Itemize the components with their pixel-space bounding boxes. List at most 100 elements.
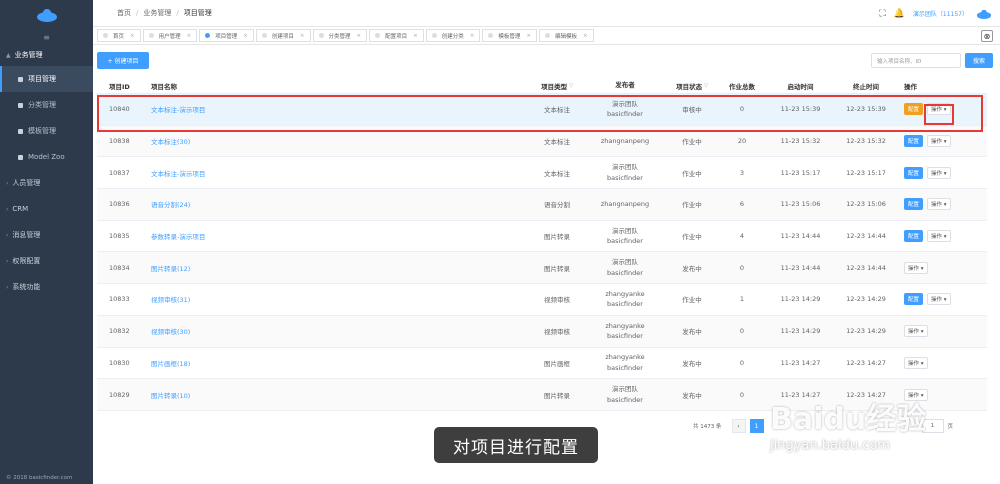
cell-operations: 配置 操作 ▾ [899, 293, 987, 306]
operation-dropdown[interactable]: 操作 ▾ [904, 261, 928, 274]
sidebar-menu-4[interactable]: › 系统功能 [0, 274, 93, 300]
sidebar-item-1[interactable]: 分类管理 [0, 92, 93, 118]
tab-0[interactable]: 首页 × [97, 29, 141, 42]
user-menu[interactable]: 演示团队（11157） [913, 9, 968, 18]
project-name-link[interactable]: 文本标注-演示项目 [150, 168, 532, 178]
cell-start: 11-23 15:39 [780, 105, 821, 114]
config-button[interactable]: 配置 [904, 135, 924, 148]
config-button[interactable]: 配置 [904, 293, 924, 306]
operation-dropdown[interactable]: 操作 ▾ [927, 198, 951, 211]
tab-6[interactable]: 创建分类 × [425, 29, 481, 42]
cell-publisher: zhangyanke basicfinder [605, 321, 645, 341]
close-icon[interactable]: × [243, 33, 248, 39]
tab-dot-icon [545, 33, 550, 38]
project-name-link[interactable]: 视频审核(31) [150, 294, 532, 304]
fullscreen-icon[interactable]: ⛶ [879, 9, 885, 19]
project-name-link[interactable]: 参数转录-演示项目 [150, 231, 532, 241]
cell-operations: 配置 操作 ▾ [899, 135, 987, 148]
sidebar-menu-2[interactable]: › 消息管理 [0, 222, 93, 248]
tab-2[interactable]: 项目管理 × [199, 29, 254, 42]
baidu-watermark-url: jingyan.baidu.com [770, 438, 890, 453]
cell-id: 10837 [109, 168, 130, 177]
create-project-button[interactable]: + 创建项目 [97, 52, 149, 69]
filter-icon[interactable]: ▽ [569, 83, 573, 89]
project-name-link[interactable]: 文本标注-演示项目 [150, 104, 532, 114]
cell-operations: 配置 操作 ▾ [899, 103, 987, 116]
close-icon[interactable]: × [413, 33, 418, 39]
cell-id: 10829 [109, 390, 130, 399]
page-1-button[interactable]: 1 [749, 419, 764, 433]
close-icon[interactable]: × [130, 33, 135, 39]
cell-status: 作业中 [682, 201, 702, 210]
sidebar-item-2[interactable]: 模板管理 [0, 118, 93, 144]
close-icon[interactable]: × [357, 33, 362, 39]
cell-end: 12-23 14:44 [846, 232, 886, 241]
breadcrumb-business[interactable]: 业务管理 [143, 8, 171, 18]
tab-5[interactable]: 配置项目 × [369, 29, 424, 42]
config-button[interactable]: 配置 [904, 166, 924, 179]
close-icon[interactable]: × [187, 33, 192, 39]
col-header-type[interactable]: 项目类型 ▽ [532, 81, 582, 91]
tab-dot-icon [148, 33, 154, 38]
sidebar-menu-0[interactable]: › 人员管理 [0, 170, 93, 196]
baidu-watermark-logo: Baidu经验 [770, 402, 927, 437]
close-all-tabs-icon[interactable]: ⊗ [981, 30, 993, 42]
table-row: 10832 视频审核(30) 视频审核 zhangyanke basicfinder 发布… [97, 315, 987, 348]
cell-status: 发布中 [682, 359, 702, 368]
menu-item-icon [18, 154, 23, 160]
tab-dot-icon [261, 33, 267, 38]
project-name-link[interactable]: 文本标注(30) [150, 136, 532, 146]
chevron-down-icon: ▲ [6, 51, 11, 59]
sidebar-section-business[interactable]: ▲ 业务管理 [0, 44, 93, 66]
search-input[interactable]: 输入项目名称、ID [871, 53, 961, 68]
operation-dropdown[interactable]: 操作 ▾ [927, 230, 951, 243]
cell-id: 10838 [109, 137, 130, 146]
tab-7[interactable]: 模板管理 × [482, 29, 537, 42]
config-button[interactable]: 配置 [904, 230, 924, 243]
sidebar-menu-1[interactable]: › CRM [0, 196, 93, 222]
search-button[interactable]: 搜索 [965, 53, 993, 68]
sidebar-menu-3[interactable]: › 权限配置 [0, 248, 93, 274]
cloud-logo-icon [36, 9, 57, 22]
tab-3[interactable]: 创建项目 × [255, 29, 311, 42]
top-bar: 首页 / 业务管理 / 项目管理 ⛶ 🔔 演示团队（11157） [93, 0, 1000, 27]
sidebar-item-3[interactable]: Model Zoo [0, 144, 93, 170]
cell-start: 11-23 15:17 [780, 168, 821, 177]
operation-dropdown[interactable]: 操作 ▾ [927, 293, 951, 306]
filter-icon[interactable]: ▽ [704, 83, 708, 89]
project-name-link[interactable]: 图片转录(10) [150, 390, 532, 400]
project-name-link[interactable]: 图片转录(12) [150, 263, 532, 273]
operation-dropdown[interactable]: 操作 ▾ [904, 356, 928, 369]
operation-dropdown[interactable]: 操作 ▾ [904, 325, 928, 338]
operation-dropdown[interactable]: 操作 ▾ [927, 135, 951, 148]
tab-8[interactable]: 编辑模板 × [539, 29, 594, 42]
tab-4[interactable]: 分类管理 × [312, 29, 368, 42]
cell-status: 作业中 [682, 169, 702, 178]
close-icon[interactable]: × [300, 33, 305, 39]
avatar-cloud-icon[interactable] [976, 9, 992, 19]
tab-1[interactable]: 用户管理 × [142, 29, 198, 42]
sidebar-item-0[interactable]: 项目管理 [0, 66, 93, 92]
project-name-link[interactable]: 图片画框(18) [150, 358, 532, 368]
close-icon[interactable]: × [583, 33, 588, 39]
operation-dropdown[interactable]: 操作 ▾ [927, 166, 951, 179]
close-icon[interactable]: × [526, 33, 531, 39]
close-icon[interactable]: × [470, 33, 475, 39]
menu-toggle-icon[interactable]: ≡ [0, 30, 93, 44]
col-header-publisher: 发布者 [615, 81, 635, 90]
cell-type: 图片转录 [544, 233, 570, 242]
cell-end: 12-23 14:29 [846, 295, 886, 304]
col-header-status[interactable]: 项目状态 ▽ [668, 81, 716, 91]
project-name-link[interactable]: 语音分割(24) [150, 199, 532, 209]
config-button[interactable]: 配置 [904, 103, 924, 116]
tab-dot-icon [375, 33, 381, 38]
operation-dropdown[interactable]: 操作 ▾ [927, 103, 951, 116]
tabs-bar: 首页 × 用户管理 × 项目管理 × 创建项目 × 分类管理 × 配置项目 × 创建分类 × 模板管理 × 编辑… [93, 27, 1000, 45]
config-button[interactable]: 配置 [904, 198, 924, 211]
cell-id: 10832 [109, 327, 130, 336]
prev-page-button[interactable]: ‹ [731, 419, 746, 433]
breadcrumb-home[interactable]: 首页 [117, 8, 131, 18]
bell-icon[interactable]: 🔔 [894, 9, 905, 19]
cell-type: 文本标注 [544, 106, 570, 115]
project-name-link[interactable]: 视频审核(30) [150, 326, 532, 336]
